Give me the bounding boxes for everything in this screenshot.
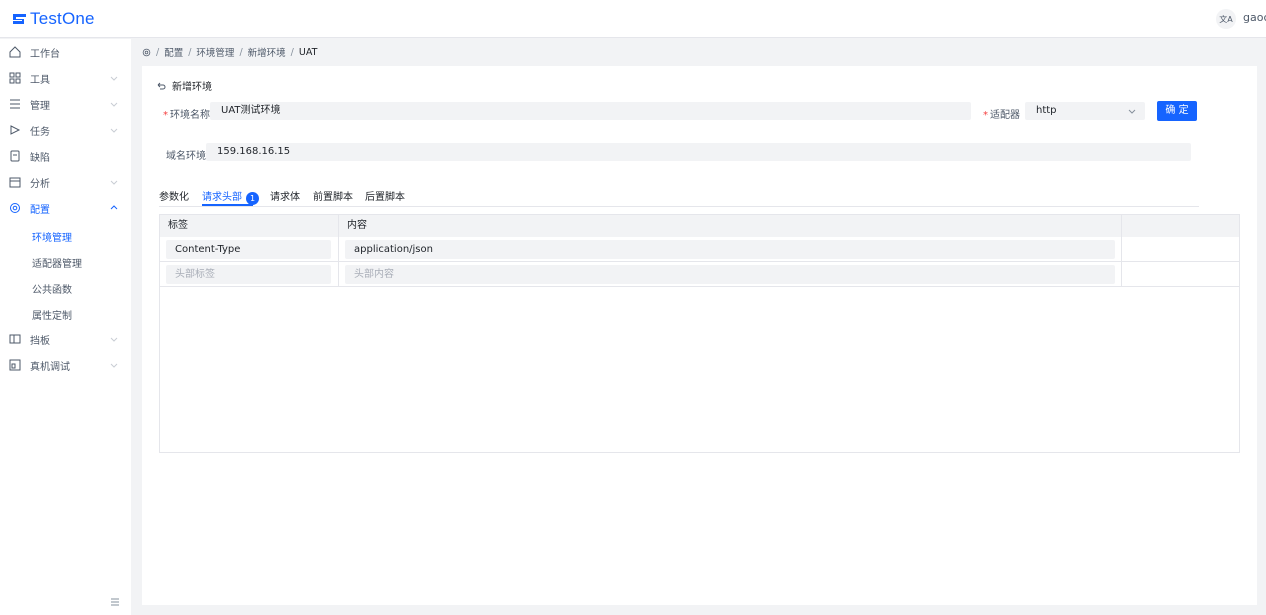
header-value-input[interactable]: application/json xyxy=(345,240,1115,259)
tab-bar: 参数化 请求头部 1 请求体 前置脚本 后置脚本 xyxy=(159,185,1199,207)
back-button[interactable]: 新增环境 xyxy=(156,78,212,93)
bug-icon xyxy=(10,150,20,162)
sidebar-item-defects[interactable]: 缺陷 xyxy=(0,143,131,169)
sidebar-subitem-adapter-manage[interactable]: 适配器管理 xyxy=(0,248,131,274)
sidebar-subitem-custom-attributes[interactable]: 属性定制 xyxy=(0,300,131,326)
page-title: 新增环境 xyxy=(172,82,212,93)
chevron-down-icon xyxy=(110,337,118,342)
breadcrumb-separator: / xyxy=(188,46,192,58)
back-arrow-icon xyxy=(157,82,166,89)
header-key-input[interactable]: Content-Type xyxy=(166,240,331,259)
play-icon xyxy=(10,125,21,135)
sidebar-item-label: 分析 xyxy=(30,178,50,190)
panel-icon xyxy=(9,334,21,344)
sidebar-item-label: 管理 xyxy=(30,100,50,112)
tab-post-script[interactable]: 后置脚本 xyxy=(365,188,405,203)
breadcrumb-item[interactable]: 配置 xyxy=(164,45,183,59)
column-header-actions xyxy=(1122,215,1239,237)
chevron-down-icon xyxy=(110,363,118,368)
sidebar-item-tools[interactable]: 工具 xyxy=(0,65,131,91)
sidebar-item-label: 真机调试 xyxy=(30,361,70,373)
env-name-label-text: 环境名称 xyxy=(170,110,210,121)
column-divider xyxy=(1121,215,1122,287)
adapter-select-value: http xyxy=(1036,105,1057,116)
sidebar-item-device-debug[interactable]: 真机调试 xyxy=(0,352,131,378)
breadcrumb-item[interactable]: 新增环境 xyxy=(248,45,286,59)
tab-request-body[interactable]: 请求体 xyxy=(270,188,300,203)
tab-request-headers[interactable]: 请求头部 1 xyxy=(202,188,259,205)
required-mark: * xyxy=(163,110,168,121)
column-header-content: 内容 xyxy=(339,215,1122,237)
device-icon xyxy=(9,359,21,371)
sidebar-item-label: 缺陷 xyxy=(30,152,50,164)
sidebar-item-tasks[interactable]: 任务 xyxy=(0,117,131,143)
sidebar-item-manage[interactable]: 管理 xyxy=(0,91,131,117)
sidebar-item-label: 工具 xyxy=(30,74,50,86)
domain-input[interactable]: 159.168.16.15 xyxy=(206,143,1191,161)
app-name: TestOne xyxy=(30,9,95,28)
sidebar-subitem-env-manage[interactable]: 环境管理 xyxy=(0,222,131,248)
chevron-down-icon xyxy=(110,102,118,107)
tab-label: 请求头部 xyxy=(202,192,242,203)
breadcrumb-item[interactable]: 环境管理 xyxy=(196,45,234,59)
adapter-select[interactable]: http xyxy=(1025,102,1145,120)
sidebar: 工作台 工具 管理 任务 缺陷 分析 配置 环境管理 适配器管理 公共函数 属性… xyxy=(0,39,131,615)
sidebar-subitem-label: 适配器管理 xyxy=(32,259,82,270)
grid-icon xyxy=(9,72,21,84)
sidebar-item-label: 配置 xyxy=(30,204,50,216)
breadcrumb: / 配置 / 环境管理 / 新增环境 / UAT xyxy=(142,45,317,59)
active-tab-indicator xyxy=(202,204,253,206)
breadcrumb-separator: / xyxy=(239,46,243,58)
sidebar-item-label: 挡板 xyxy=(30,335,50,347)
column-header-tag: 标签 xyxy=(160,215,339,237)
adapter-label: * 适配器 xyxy=(983,106,1020,121)
tab-pre-script[interactable]: 前置脚本 xyxy=(313,188,353,203)
logo-icon xyxy=(13,14,26,24)
domain-label: 域名环境 xyxy=(166,151,206,162)
headers-table: 标签 内容 Content-Type application/json 头部标签… xyxy=(159,214,1240,453)
sidebar-item-label: 任务 xyxy=(30,126,50,138)
gear-icon[interactable] xyxy=(142,48,151,57)
breadcrumb-separator: / xyxy=(156,46,160,58)
app-logo[interactable]: TestOne xyxy=(12,9,95,29)
chevron-down-icon xyxy=(110,180,118,185)
table-row: Content-Type application/json xyxy=(160,237,1239,262)
table-row-new: 头部标签 头部内容 xyxy=(160,262,1239,287)
chevron-down-icon xyxy=(110,76,118,81)
breadcrumb-separator: / xyxy=(290,46,294,58)
sidebar-item-config[interactable]: 配置 xyxy=(0,195,131,221)
chevron-down-icon xyxy=(110,128,118,133)
sidebar-item-label: 工作台 xyxy=(30,48,60,60)
chart-icon xyxy=(9,177,21,188)
collapse-sidebar-icon[interactable] xyxy=(110,597,120,607)
confirm-button[interactable]: 确 定 xyxy=(1157,101,1197,121)
sidebar-item-mock[interactable]: 挡板 xyxy=(0,326,131,352)
sidebar-subitem-label: 环境管理 xyxy=(32,233,72,244)
adapter-label-text: 适配器 xyxy=(990,110,1020,121)
main-panel: 新增环境 * 环境名称 UAT测试环境 * 适配器 http 确 定 域名环境 15… xyxy=(142,66,1257,605)
breadcrumb-current: UAT xyxy=(298,46,318,58)
header-key-placeholder-input[interactable]: 头部标签 xyxy=(166,265,331,284)
column-divider xyxy=(338,215,339,287)
gear-icon xyxy=(10,203,20,213)
sidebar-item-analysis[interactable]: 分析 xyxy=(0,169,131,195)
translate-icon[interactable]: 文A xyxy=(1216,9,1236,29)
chevron-up-icon xyxy=(110,205,118,210)
user-name[interactable]: gaoc xyxy=(1243,11,1266,24)
tab-parameterize[interactable]: 参数化 xyxy=(159,188,189,203)
sidebar-item-workbench[interactable]: 工作台 xyxy=(0,39,131,65)
env-name-label: * 环境名称 xyxy=(163,106,210,121)
header-value-placeholder-input[interactable]: 头部内容 xyxy=(345,265,1115,284)
sidebar-subitem-public-functions[interactable]: 公共函数 xyxy=(0,274,131,300)
home-icon xyxy=(9,46,21,58)
top-bar: TestOne 文A gaoc xyxy=(0,0,1266,38)
env-name-input[interactable]: UAT测试环境 xyxy=(210,102,971,120)
list-icon xyxy=(10,99,20,109)
required-mark: * xyxy=(983,110,988,121)
chevron-down-icon xyxy=(1128,109,1136,114)
sidebar-subitem-label: 属性定制 xyxy=(32,311,72,322)
sidebar-subitem-label: 公共函数 xyxy=(32,285,72,296)
